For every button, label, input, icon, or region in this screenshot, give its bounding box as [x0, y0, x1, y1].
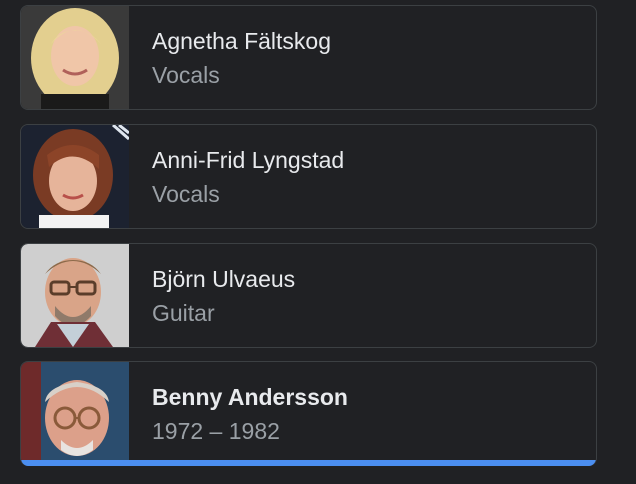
member-card-agnetha[interactable]: Agnetha Fältskog Vocals [20, 5, 597, 110]
member-role: Vocals [152, 181, 220, 207]
member-name: Benny Andersson [152, 384, 348, 410]
member-card-anni-frid[interactable]: Anni-Frid Lyngstad Vocals [20, 124, 597, 229]
agnetha-photo [21, 6, 129, 109]
member-name: Anni-Frid Lyngstad [152, 147, 345, 173]
member-years: 1972 – 1982 [152, 418, 280, 444]
member-card-bjorn[interactable]: Björn Ulvaeus Guitar [20, 243, 597, 348]
member-name: Agnetha Fältskog [152, 28, 332, 54]
benny-photo [21, 362, 129, 465]
band-members-list: Agnetha Fältskog Vocals Anni-Frid Lyngst… [0, 0, 636, 484]
member-role: Vocals [152, 62, 220, 88]
anni-frid-photo [21, 125, 129, 228]
selected-indicator [21, 460, 596, 466]
member-role: Guitar [152, 300, 215, 326]
member-card-benny[interactable]: Benny Andersson 1972 – 1982 [20, 361, 597, 466]
member-name: Björn Ulvaeus [152, 266, 296, 292]
bjorn-photo [21, 244, 129, 347]
